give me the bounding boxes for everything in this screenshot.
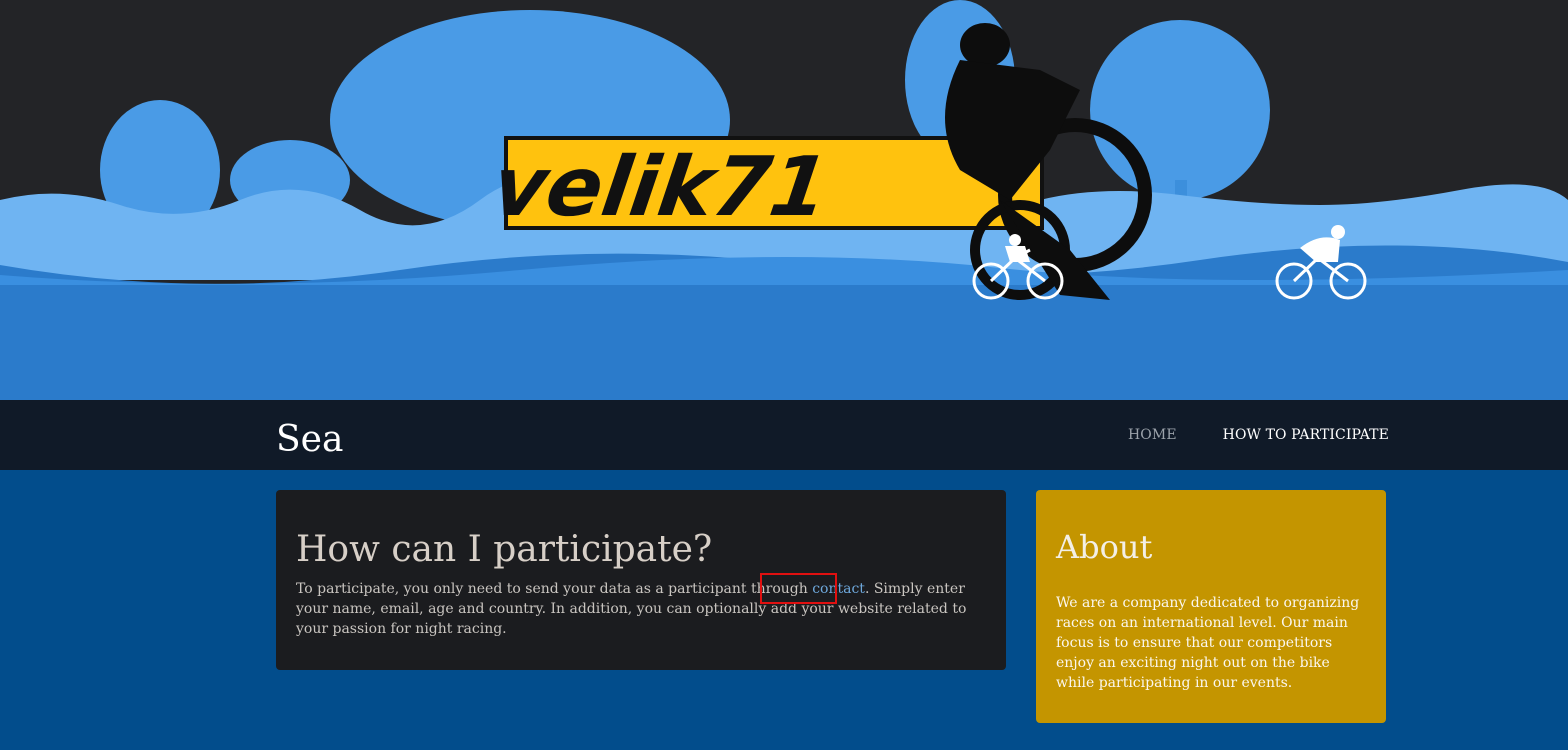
hero-illustration: velik71: [0, 0, 1568, 400]
main-nav: HOME HOW TO PARTICIPATE: [1128, 426, 1389, 444]
about-card: About We are a company dedicated to orga…: [1036, 490, 1386, 723]
nav-home-link[interactable]: HOME: [1128, 426, 1177, 444]
brand-link[interactable]: Sea: [276, 418, 343, 462]
svg-text:velik71: velik71: [487, 140, 834, 235]
about-title: About: [1056, 528, 1153, 566]
nav-how-to-participate-link[interactable]: HOW TO PARTICIPATE: [1223, 426, 1389, 444]
hero-banner: velik71: [0, 0, 1568, 400]
logo-text: velik71: [487, 140, 834, 235]
participate-card: How can I participate? To participate, y…: [276, 490, 1006, 670]
participate-text-before: To participate, you only need to send yo…: [296, 581, 813, 597]
participate-text: To participate, you only need to send yo…: [296, 579, 991, 639]
page-title: How can I participate?: [296, 529, 713, 570]
about-text: We are a company dedicated to organizing…: [1056, 595, 1360, 691]
contact-link[interactable]: contact: [812, 581, 865, 597]
